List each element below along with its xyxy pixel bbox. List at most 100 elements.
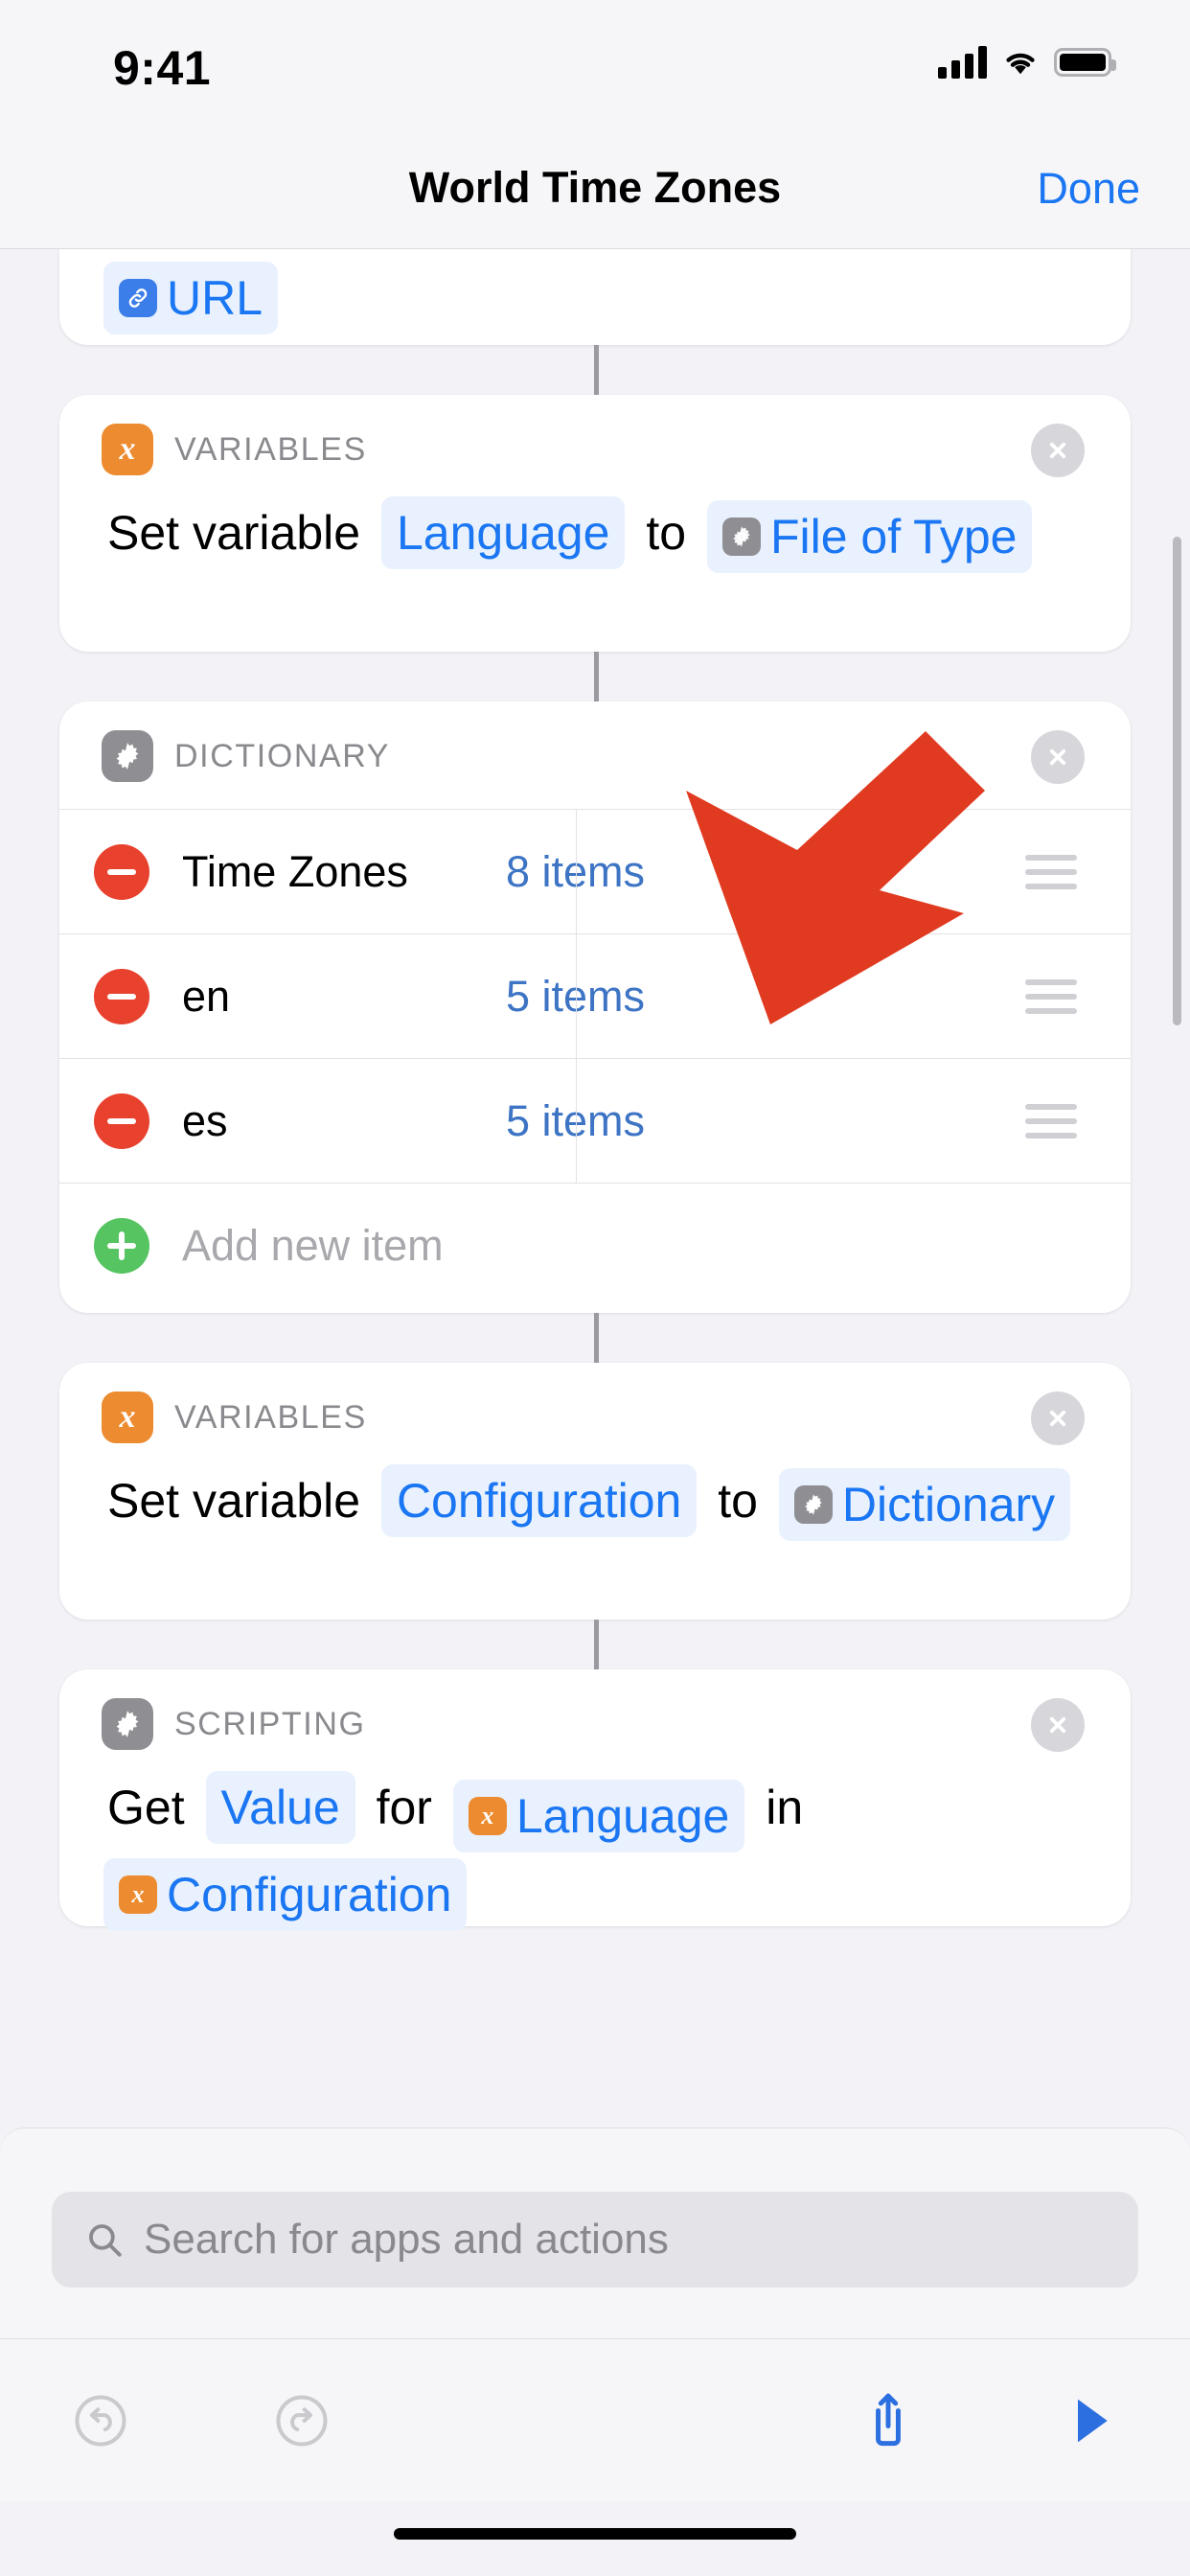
card-header: x VARIABLES — [59, 1363, 1131, 1443]
dictionary-key[interactable]: es — [182, 1096, 466, 1146]
variables-x-icon: x — [102, 424, 153, 475]
card-body: Set variable Configuration to Dictionary — [59, 1443, 1131, 1576]
dictionary-value[interactable]: 5 items — [466, 1096, 645, 1146]
plus-circle-icon[interactable] — [94, 1218, 149, 1274]
token-file-of-type[interactable]: File of Type — [706, 500, 1033, 573]
search-icon — [89, 2224, 122, 2257]
minus-circle-icon[interactable] — [94, 1092, 149, 1149]
status-bar-indicators — [938, 44, 1116, 79]
close-icon[interactable] — [1031, 424, 1085, 477]
page-title: World Time Zones — [408, 163, 782, 212]
bottom-toolbar — [0, 2338, 1190, 2501]
token-configuration-variable[interactable]: x Configuration — [103, 1858, 468, 1932]
connector-line — [594, 1620, 599, 1669]
battery-icon — [1054, 48, 1116, 77]
category-label: SCRIPTING — [174, 1705, 366, 1742]
variables-x-icon: x — [102, 1392, 153, 1443]
gear-icon — [793, 1485, 833, 1524]
url-icon — [119, 279, 157, 317]
connector-line — [594, 652, 599, 702]
gear-icon — [102, 730, 153, 782]
dictionary-value[interactable]: 8 items — [466, 847, 645, 897]
dictionary-value[interactable]: 5 items — [466, 972, 645, 1022]
add-new-item-label: Add new item — [182, 1221, 444, 1270]
token-language-variable[interactable]: x Language — [452, 1780, 745, 1853]
column-divider — [576, 1059, 577, 1183]
text-fragment: Set variable — [107, 1474, 361, 1528]
search-placeholder: Search for apps and actions — [144, 2216, 669, 2263]
play-icon — [1078, 2399, 1108, 2442]
card-header: SCRIPTING — [59, 1669, 1131, 1750]
redo-button[interactable] — [201, 2339, 402, 2502]
action-card-url[interactable]: URL — [59, 249, 1131, 345]
drag-handle-icon[interactable] — [1025, 1095, 1077, 1147]
share-button[interactable] — [788, 2339, 989, 2502]
drag-handle-icon[interactable] — [1025, 846, 1077, 898]
navigation-bar: World Time Zones Done — [0, 132, 1190, 249]
share-icon — [876, 2393, 901, 2446]
column-divider — [576, 934, 577, 1058]
table-row[interactable]: es 5 items — [59, 1059, 1131, 1184]
text-fragment: to — [718, 1474, 758, 1528]
token-label: Configuration — [167, 1868, 452, 1922]
gear-icon — [721, 518, 761, 556]
connector-line — [594, 1313, 599, 1363]
variables-x-icon: x — [119, 1875, 157, 1915]
undo-button[interactable] — [0, 2339, 201, 2502]
done-button[interactable]: Done — [1037, 164, 1140, 214]
action-card-set-variable-language[interactable]: x VARIABLES Set variable Language to Fil… — [59, 395, 1131, 652]
category-label: VARIABLES — [174, 1398, 367, 1436]
scrollbar[interactable] — [1173, 537, 1181, 1025]
token-url[interactable]: URL — [103, 262, 279, 334]
table-row[interactable]: en 5 items — [59, 934, 1131, 1059]
token-value[interactable]: Value — [205, 1771, 355, 1844]
status-bar-time: 9:41 — [113, 41, 212, 95]
card-body: Get Value for x Language in x Configurat… — [59, 1750, 1131, 1966]
minus-circle-icon[interactable] — [94, 968, 149, 1024]
search-panel: Search for apps and actions — [0, 2128, 1190, 2338]
connector-line — [594, 345, 599, 395]
card-body: Set variable Language to File of Type — [59, 475, 1131, 608]
token-dictionary[interactable]: Dictionary — [778, 1468, 1071, 1541]
minus-circle-icon[interactable] — [94, 843, 149, 900]
token-label: File of Type — [769, 510, 1018, 564]
card-header: DICTIONARY — [59, 702, 1131, 782]
redo-icon — [276, 2394, 328, 2447]
token-variable-name[interactable]: Language — [380, 496, 626, 569]
token-label: Language — [396, 506, 610, 560]
close-icon[interactable] — [1031, 1698, 1085, 1752]
close-icon[interactable] — [1031, 1392, 1085, 1445]
token-label: URL — [167, 271, 263, 325]
dictionary-key[interactable]: Time Zones — [182, 847, 466, 897]
column-divider — [576, 810, 577, 933]
token-label: Value — [220, 1781, 340, 1834]
status-bar: 9:41 — [0, 0, 1190, 132]
token-label: Dictionary — [841, 1478, 1056, 1531]
action-card-get-value[interactable]: SCRIPTING Get Value for x Language in x … — [59, 1669, 1131, 1932]
token-variable-name[interactable]: Configuration — [380, 1464, 698, 1537]
action-card-set-variable-configuration[interactable]: x VARIABLES Set variable Configuration t… — [59, 1363, 1131, 1620]
wifi-icon — [1006, 53, 1035, 75]
drag-handle-icon[interactable] — [1025, 971, 1077, 1023]
text-fragment: Set variable — [107, 506, 361, 560]
token-label: Configuration — [396, 1474, 682, 1528]
gear-icon — [102, 1698, 153, 1750]
category-label: DICTIONARY — [174, 737, 391, 774]
home-indicator — [394, 2528, 796, 2540]
action-list[interactable]: URL x VARIABLES Set variable Language to — [0, 249, 1190, 2128]
text-fragment: Get — [107, 1781, 185, 1834]
category-label: VARIABLES — [174, 430, 367, 468]
dictionary-rows: Time Zones 8 items en 5 items es 5 items… — [59, 809, 1131, 1308]
search-input[interactable]: Search for apps and actions — [52, 2192, 1138, 2288]
play-button[interactable] — [989, 2339, 1190, 2502]
undo-icon — [75, 2394, 126, 2447]
text-fragment: for — [376, 1781, 432, 1834]
table-row[interactable]: Time Zones 8 items — [59, 810, 1131, 934]
card-header: x VARIABLES — [59, 395, 1131, 475]
add-new-item-row[interactable]: Add new item — [59, 1184, 1131, 1308]
phone-screen: 9:41 World Time Zones Done URL x VARIABL… — [0, 0, 1190, 2576]
close-icon[interactable] — [1031, 730, 1085, 784]
dictionary-key[interactable]: en — [182, 972, 466, 1022]
action-card-dictionary[interactable]: DICTIONARY Time Zones 8 items en 5 items — [59, 702, 1131, 1313]
token-label: Language — [515, 1789, 730, 1844]
